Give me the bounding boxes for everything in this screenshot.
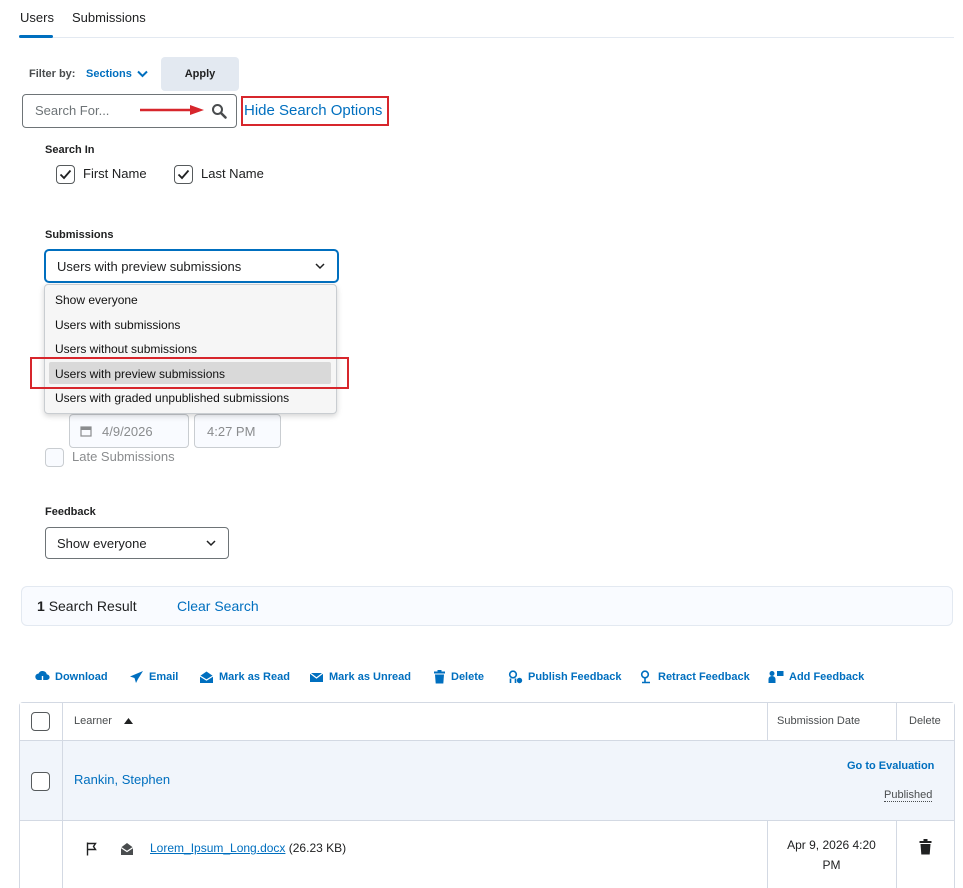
delete-label: Delete: [451, 671, 485, 683]
dropdown-option[interactable]: Users without submissions: [55, 342, 197, 356]
column-divider: [767, 703, 768, 741]
retract-feedback-icon: [639, 670, 653, 684]
column-divider: [896, 821, 897, 888]
file-size: (26.23 KB): [288, 841, 347, 855]
download-icon: [35, 670, 50, 684]
tab-users[interactable]: Users: [20, 10, 54, 25]
trash-icon[interactable]: [919, 839, 932, 855]
flag-icon[interactable]: [86, 842, 97, 856]
tab-selected-indicator: [19, 35, 53, 38]
feedback-label: Feedback: [45, 506, 96, 518]
checkmark-icon: [59, 169, 72, 180]
chevron-down-icon: [137, 70, 148, 78]
envelope-open-icon: [120, 842, 134, 856]
last-name-checkbox[interactable]: [174, 165, 193, 184]
submission-date-line2: PM: [822, 858, 841, 872]
retract-feedback-button[interactable]: Retract Feedback: [639, 670, 750, 684]
publish-feedback-label: Publish Feedback: [528, 671, 622, 683]
mark-as-unread-button[interactable]: Mark as Unread: [309, 670, 411, 684]
hide-search-options-link[interactable]: Hide Search Options: [244, 102, 382, 119]
learner-name-link[interactable]: Rankin, Stephen: [74, 772, 170, 787]
email-label: Email: [149, 671, 179, 683]
apply-button[interactable]: Apply: [161, 57, 239, 91]
add-feedback-button[interactable]: Add Feedback: [768, 670, 864, 684]
envelope-icon: [309, 670, 324, 684]
go-to-evaluation-link[interactable]: Go to Evaluation: [847, 760, 934, 772]
highlight-box-annotation: [30, 357, 349, 389]
submission-date: Apr 9, 2026 4:20 PM: [773, 835, 890, 875]
file-name-link[interactable]: Lorem_Ipsum_Long.docx: [150, 841, 285, 855]
email-button[interactable]: Email: [129, 670, 178, 684]
first-name-checkbox[interactable]: [56, 165, 75, 184]
mark-as-read-button[interactable]: Mark as Read: [199, 670, 290, 684]
mark-as-unread-label: Mark as Unread: [329, 671, 411, 683]
search-in-label: Search In: [45, 144, 95, 156]
date-input[interactable]: 4/9/2026: [69, 414, 189, 448]
checkmark-icon: [177, 169, 190, 180]
tab-submissions[interactable]: Submissions: [72, 10, 146, 25]
add-feedback-icon: [768, 670, 784, 684]
row-checkbox[interactable]: [31, 772, 50, 791]
file-entry: Lorem_Ipsum_Long.docx (26.23 KB): [150, 841, 346, 855]
dropdown-option[interactable]: Users with graded unpublished submission…: [55, 391, 289, 405]
tab-divider: [19, 37, 954, 38]
last-name-label: Last Name: [201, 166, 264, 181]
delete-column-header: Delete: [909, 715, 941, 727]
add-feedback-label: Add Feedback: [789, 671, 865, 683]
chevron-down-icon: [206, 540, 216, 547]
status-badge: Published: [884, 789, 933, 802]
search-placeholder: Search For...: [35, 103, 110, 118]
chevron-down-icon: [315, 263, 325, 270]
dropdown-option[interactable]: Users with submissions: [55, 318, 180, 332]
retract-feedback-label: Retract Feedback: [658, 671, 750, 683]
sections-filter-button[interactable]: Sections: [86, 68, 148, 80]
publish-feedback-icon: [508, 670, 523, 684]
sort-ascending-icon[interactable]: [124, 718, 133, 724]
feedback-select[interactable]: Show everyone: [45, 527, 229, 559]
feedback-selected-value: Show everyone: [57, 535, 147, 551]
download-label: Download: [55, 671, 108, 683]
search-result-count: 1 Search Result: [37, 598, 137, 614]
column-divider: [896, 703, 897, 741]
submissions-select[interactable]: Users with preview submissions: [45, 250, 338, 282]
submissions-selected-value: Users with preview submissions: [57, 258, 242, 274]
red-arrow-annotation: [140, 104, 204, 116]
filter-by-label: Filter by:: [29, 68, 76, 80]
submission-date-line1: Apr 9, 2026 4:20: [787, 838, 876, 852]
late-submissions-label: Late Submissions: [72, 449, 175, 464]
paper-plane-icon: [129, 670, 144, 684]
search-results-bar: [21, 586, 953, 626]
delete-button[interactable]: Delete: [433, 670, 484, 684]
late-submissions-checkbox[interactable]: [45, 448, 64, 467]
time-input[interactable]: 4:27 PM: [194, 414, 281, 448]
publish-feedback-button[interactable]: Publish Feedback: [508, 670, 622, 684]
date-value: 4/9/2026: [102, 423, 153, 439]
column-divider: [62, 703, 63, 888]
column-divider: [767, 821, 768, 888]
select-all-checkbox[interactable]: [31, 712, 50, 731]
download-button[interactable]: Download: [35, 670, 108, 684]
calendar-icon: [80, 425, 92, 437]
result-count-number: 1: [37, 598, 45, 614]
trash-icon: [433, 670, 446, 684]
mark-as-read-label: Mark as Read: [219, 671, 290, 683]
learner-column-header[interactable]: Learner: [74, 715, 112, 727]
clear-search-link[interactable]: Clear Search: [177, 598, 259, 614]
sections-label: Sections: [86, 68, 132, 80]
submissions-label: Submissions: [45, 229, 114, 241]
envelope-open-icon: [199, 670, 214, 684]
dropdown-option[interactable]: Show everyone: [55, 293, 138, 307]
result-count-suffix: Search Result: [48, 598, 137, 614]
time-value: 4:27 PM: [207, 423, 256, 439]
submission-date-column-header: Submission Date: [777, 715, 861, 727]
first-name-label: First Name: [83, 166, 147, 181]
search-icon[interactable]: [211, 103, 227, 119]
